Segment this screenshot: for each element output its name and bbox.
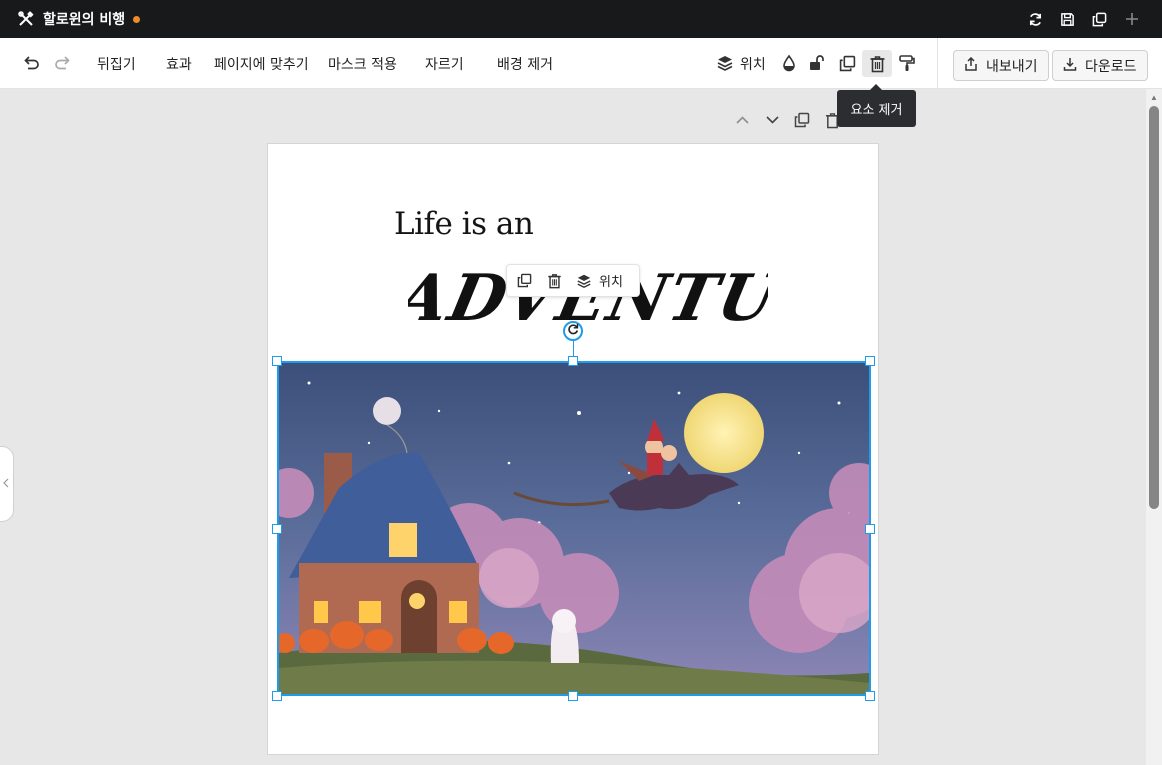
scroll-thumb[interactable]	[1149, 106, 1159, 509]
unsaved-indicator	[133, 15, 141, 23]
sync-icon[interactable]	[1027, 11, 1044, 28]
download-button[interactable]: 다운로드	[1052, 50, 1148, 81]
resize-handle-top[interactable]	[568, 356, 578, 366]
vertical-scrollbar[interactable]: ▲	[1146, 89, 1162, 765]
resize-handle-top-left[interactable]	[272, 356, 282, 366]
selected-image[interactable]	[277, 361, 871, 696]
tools-icon[interactable]	[18, 11, 34, 27]
canvas-area[interactable]: Life is an ADVENTURE 위치	[0, 89, 1146, 765]
resize-handle-bottom-left[interactable]	[272, 691, 282, 701]
download-icon	[1063, 57, 1077, 75]
flip-button[interactable]: 뒤집기	[97, 54, 136, 74]
duplicate-page-icon[interactable]	[792, 110, 812, 130]
effects-button[interactable]: 효과	[166, 54, 192, 74]
download-label: 다운로드	[1085, 58, 1137, 75]
export-label: 내보내기	[986, 58, 1038, 75]
redo-icon[interactable]	[51, 52, 73, 74]
resize-handle-bottom[interactable]	[568, 691, 578, 701]
unlock-icon[interactable]	[806, 52, 828, 74]
toolbar-divider	[937, 38, 938, 89]
resize-handle-left[interactable]	[272, 524, 282, 534]
layers-icon[interactable]	[714, 52, 736, 74]
side-panel-toggle[interactable]	[0, 446, 14, 522]
toolbar: 뒤집기 효과 페이지에 맞추기 마스크 적용 자르기 배경 제거 위치 내보내기…	[0, 38, 1162, 89]
delete-tooltip: 요소 제거	[837, 84, 916, 127]
document-title: 할로윈의 비행	[43, 12, 126, 28]
crop-button[interactable]: 자르기	[425, 54, 464, 74]
export-button[interactable]: 내보내기	[953, 50, 1049, 81]
resize-handle-bottom-right[interactable]	[865, 691, 875, 701]
undo-icon[interactable]	[21, 52, 43, 74]
export-icon	[964, 56, 978, 75]
plus-icon[interactable]	[1123, 11, 1140, 28]
apply-mask-button[interactable]: 마스크 적용	[328, 54, 397, 74]
headline-text[interactable]: Life is an	[394, 206, 534, 242]
chevron-up-icon[interactable]	[732, 110, 752, 130]
delete-icon[interactable]	[862, 50, 892, 77]
chevron-left-icon	[3, 478, 9, 491]
scroll-up-arrow-icon[interactable]: ▲	[1150, 93, 1158, 102]
opacity-icon[interactable]	[778, 52, 800, 74]
duplicate-element-icon[interactable]	[515, 272, 533, 290]
delete-element-icon[interactable]	[545, 272, 563, 290]
resize-handle-right[interactable]	[865, 524, 875, 534]
halloween-illustration	[279, 363, 869, 694]
rotate-icon	[567, 322, 579, 340]
resize-handle-top-right[interactable]	[865, 356, 875, 366]
rotate-handle[interactable]	[563, 321, 583, 341]
title-bar: 할로윈의 비행	[0, 0, 1162, 38]
duplicate-window-icon[interactable]	[1091, 11, 1108, 28]
paint-roller-icon[interactable]	[896, 52, 918, 74]
position-label[interactable]: 위치	[599, 271, 623, 290]
fit-page-button[interactable]: 페이지에 맞추기	[214, 54, 309, 74]
design-page[interactable]: Life is an ADVENTURE 위치	[267, 143, 879, 755]
duplicate-icon[interactable]	[836, 52, 858, 74]
remove-background-button[interactable]: 배경 제거	[497, 54, 553, 74]
chevron-down-icon[interactable]	[762, 110, 782, 130]
layers-icon[interactable]	[575, 272, 593, 290]
element-mini-toolbar: 위치	[506, 264, 640, 297]
save-icon[interactable]	[1059, 11, 1076, 28]
position-button[interactable]: 위치	[740, 54, 766, 74]
